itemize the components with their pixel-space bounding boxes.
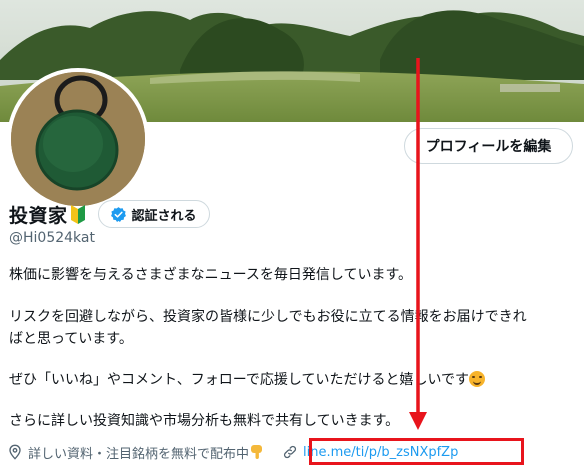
get-verified-button[interactable]: 認証される (97, 200, 210, 228)
edit-profile-button[interactable]: プロフィールを編集 (404, 128, 573, 164)
annotation-highlight-box (309, 438, 524, 465)
bio-line-5: さらに詳しい投資知識や市場分析も無料で共有していきます。 (9, 413, 400, 429)
beginner-mark-icon (70, 205, 85, 224)
location-text: 詳しい資料・注目銘柄を無料で配布中 (28, 446, 250, 462)
bio-line-2: リスクを回避しながら、投資家の皆様に少しでもお役に立てる情報をお届けできれ (9, 309, 527, 325)
smiling-face-icon (469, 371, 486, 387)
avatar[interactable] (7, 68, 149, 210)
bio-line-1: 株価に影響を与えるさまざまなニュースを毎日発信しています。 (9, 267, 413, 283)
bio-line-4-text: ぜひ「いいね」やコメント、フォローで応援していただけると嬉しいです (9, 372, 470, 388)
display-name: 投資家 (9, 204, 68, 227)
bio-line-3: ばと思っています。 (9, 331, 133, 347)
name-row: 投資家 認証される (9, 198, 210, 230)
verified-check-icon (110, 206, 126, 222)
link-icon (283, 445, 297, 459)
hair-tie-photo (11, 72, 145, 206)
bio-line-4: ぜひ「いいね」やコメント、フォローで応援していただけると嬉しいです (9, 369, 486, 389)
pointing-down-icon (251, 445, 263, 459)
location-pin-icon (9, 444, 21, 460)
get-verified-label: 認証される (131, 208, 197, 224)
username-handle: @Hi0524kat (9, 230, 95, 246)
